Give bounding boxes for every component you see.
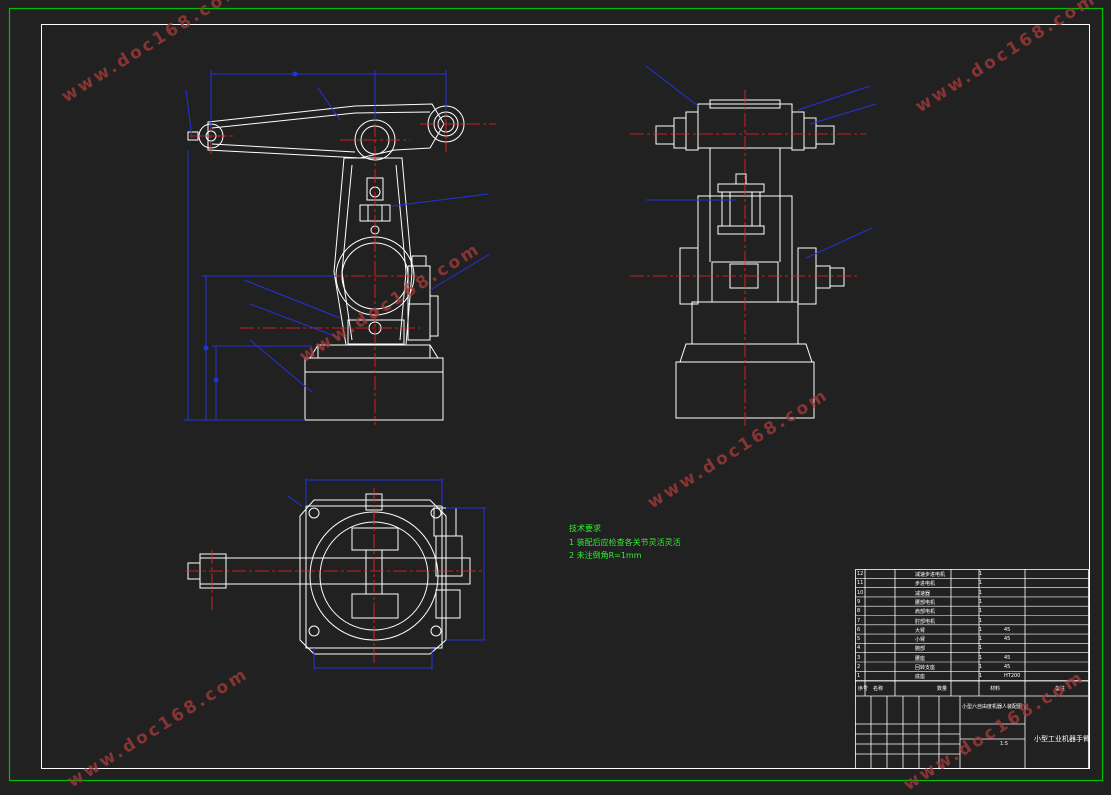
part-name: 大臂: [915, 627, 926, 634]
part-qty: 1: [979, 589, 983, 596]
tech-note-1: 1 装配后应检查各关节灵活灵活: [569, 538, 681, 547]
part-no: 10: [857, 589, 864, 596]
part-name: 减速步进电机: [915, 572, 946, 578]
top-view-dimensions: [287, 478, 486, 670]
part-material: HT200: [1004, 673, 1021, 680]
part-name: 回转支座: [915, 665, 936, 671]
part-qty: 1: [979, 636, 983, 643]
drawing-title: 小型工业机器手臂: [1034, 735, 1090, 743]
part-qty: 1: [979, 626, 983, 633]
part-no: 11: [857, 580, 864, 587]
part-material: 45: [1004, 626, 1011, 633]
part-no: 2: [857, 664, 861, 670]
side-view-centerlines: [630, 90, 866, 428]
part-qty: 1: [979, 580, 983, 587]
top-view: [187, 493, 471, 655]
part-no: 12: [857, 571, 864, 577]
header-material: 材料: [990, 686, 1001, 692]
part-qty: 1: [979, 673, 983, 680]
tech-note-2: 2 未注倒角R=1mm: [569, 551, 642, 560]
scale-value: 1:5: [1000, 741, 1009, 747]
part-material: 45: [1004, 636, 1011, 643]
part-no: 4: [857, 645, 861, 652]
part-qty: 1: [979, 571, 983, 577]
part-qty: 1: [979, 598, 983, 605]
part-qty: 1: [979, 654, 983, 661]
part-no: 9: [857, 598, 861, 605]
part-no: 7: [857, 617, 861, 624]
top-view-centerlines: [186, 488, 484, 666]
part-name: 肘部电机: [915, 618, 936, 625]
tech-notes-heading: 技术要求: [569, 524, 601, 533]
header-name: 名称: [873, 686, 884, 692]
side-view-leaders: [645, 65, 877, 259]
part-name: 减速器: [915, 590, 931, 597]
part-no: 5: [857, 636, 861, 643]
part-name: 腰部电机: [915, 599, 936, 606]
part-name: 肩部电机: [915, 609, 936, 616]
header-no: 序号: [858, 686, 869, 692]
part-qty: 1: [979, 664, 983, 670]
part-name: 腰座: [915, 655, 926, 662]
part-no: 1: [857, 673, 861, 680]
part-name: 底座: [915, 674, 926, 681]
parts-list-rows: [855, 578, 1089, 681]
part-material: 45: [1004, 654, 1011, 661]
part-name: 小臂: [915, 637, 926, 644]
part-no: 8: [857, 608, 861, 615]
front-view: [187, 103, 465, 421]
part-no: 6: [857, 626, 861, 633]
side-view: [655, 99, 845, 419]
part-no: 3: [857, 654, 861, 661]
front-view-dimensions: [184, 70, 491, 421]
part-material: 45: [1004, 664, 1011, 670]
part-qty: 1: [979, 645, 983, 652]
part-name: 腕部: [915, 646, 926, 653]
part-qty: 1: [979, 617, 983, 624]
part-qty: 1: [979, 608, 983, 615]
part-name: 步进电机: [915, 581, 936, 588]
header-qty: 数量: [937, 686, 948, 692]
